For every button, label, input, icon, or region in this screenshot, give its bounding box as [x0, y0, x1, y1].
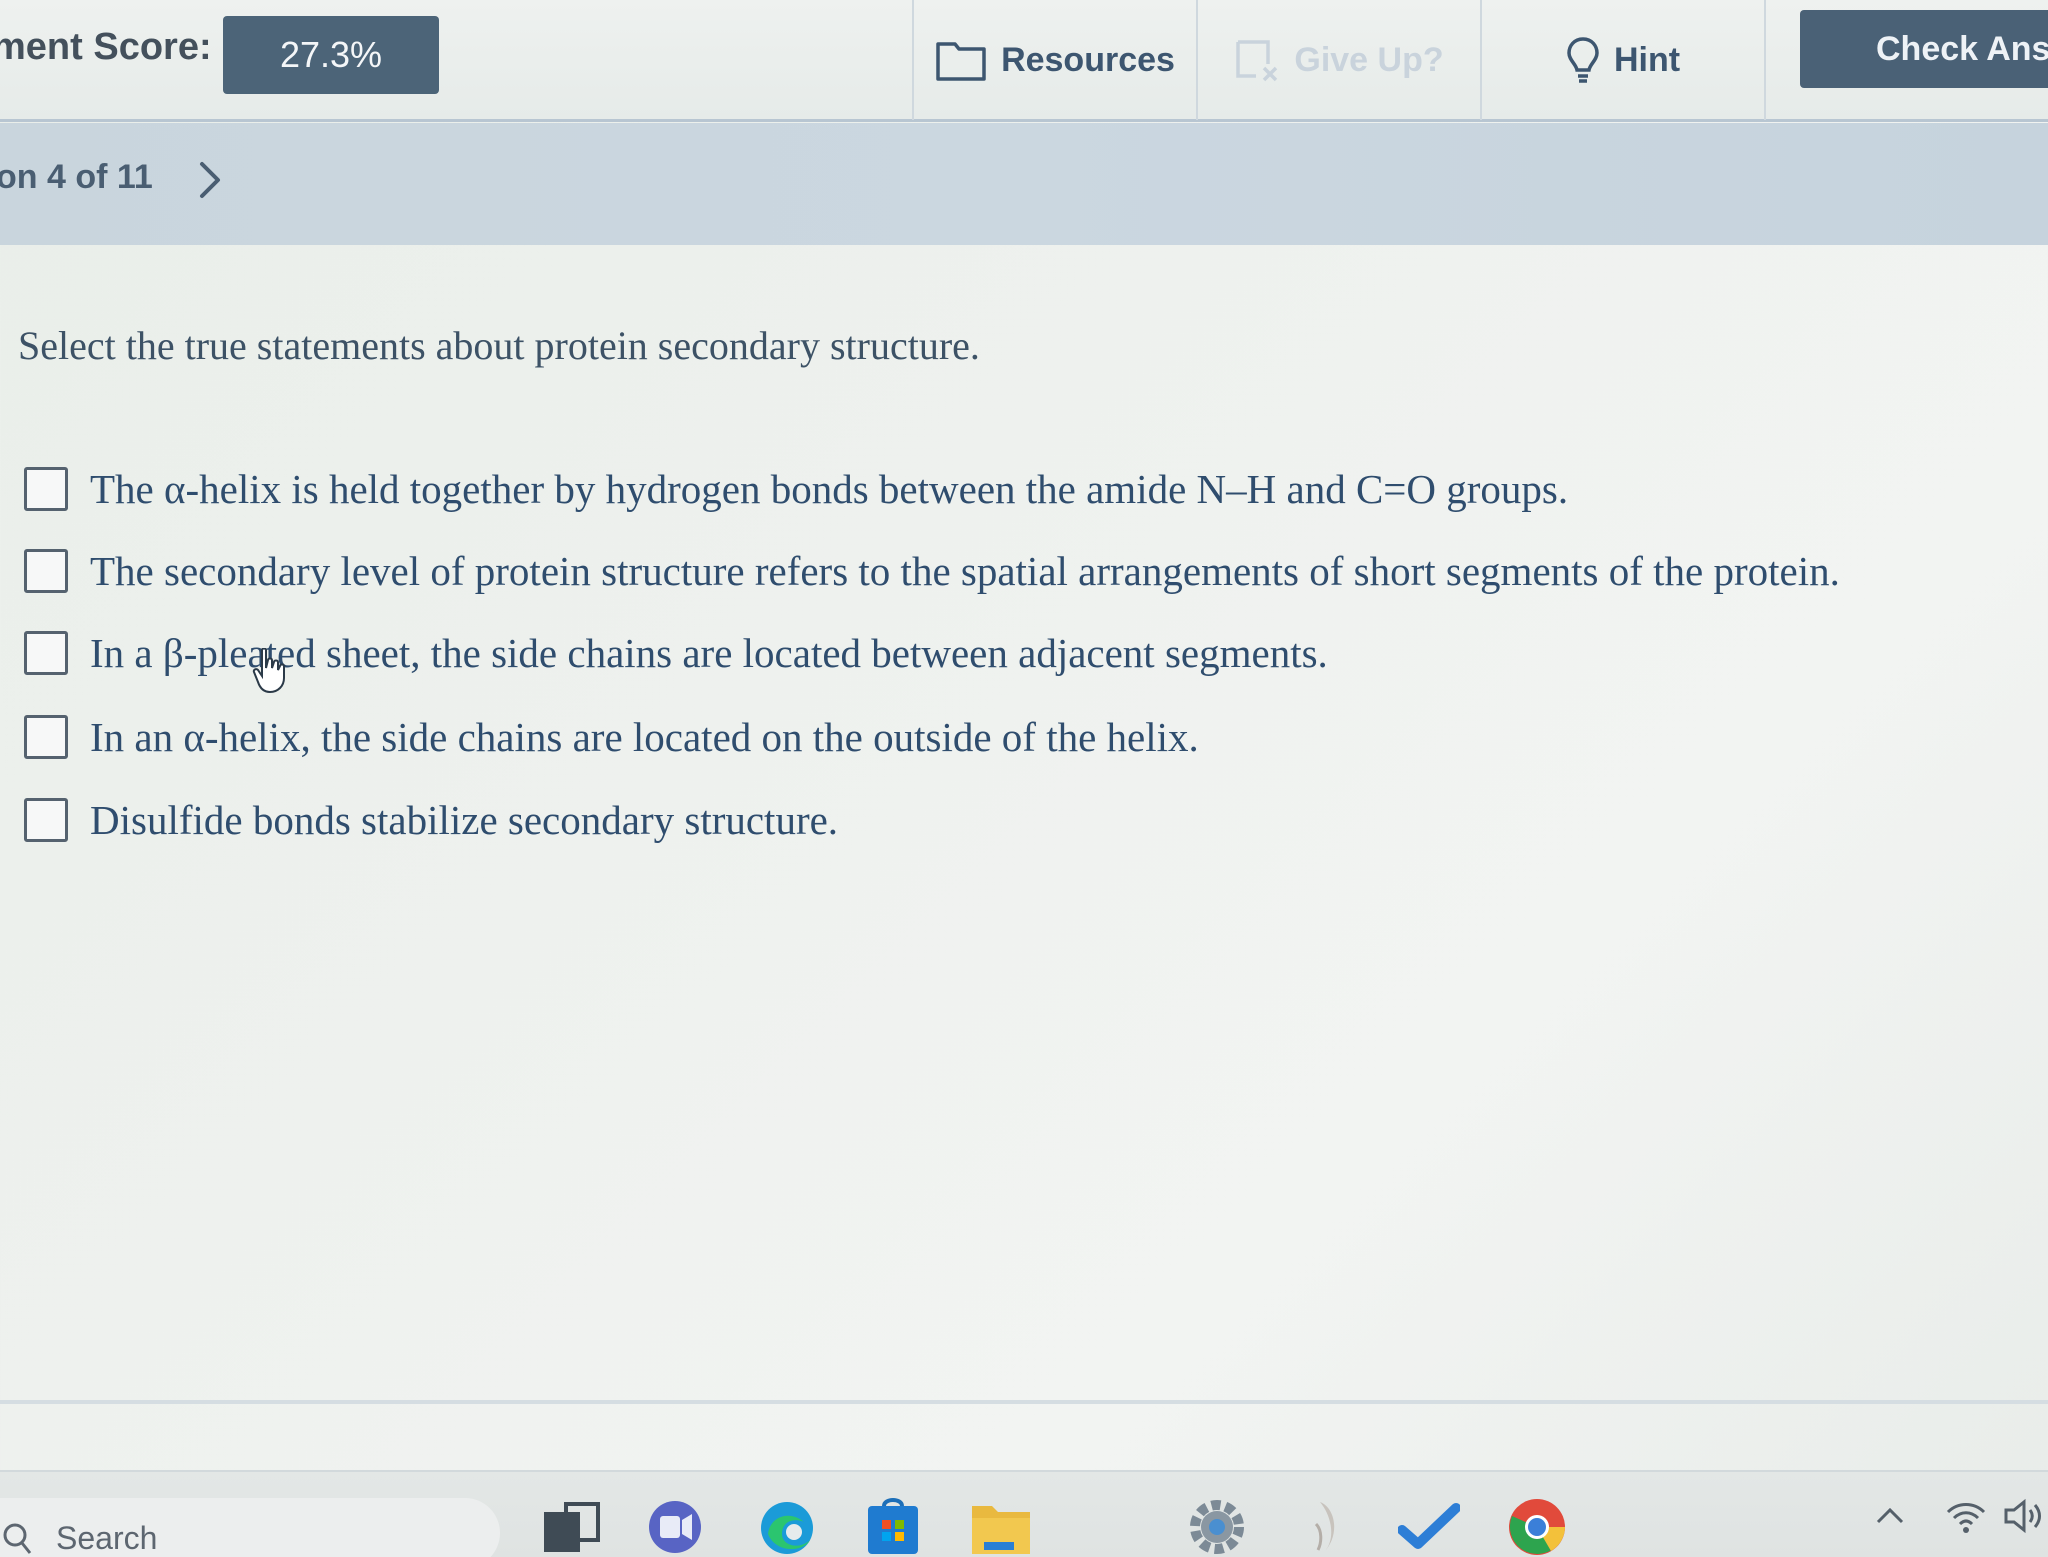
mouse-pointer-icon [252, 648, 285, 694]
app-icon[interactable] [1296, 1494, 1358, 1556]
wifi-icon[interactable] [1944, 1494, 1988, 1538]
give-up-icon [1236, 40, 1278, 82]
option-checkbox[interactable] [24, 798, 68, 842]
content-divider [0, 1400, 2048, 1404]
give-up-button[interactable]: Give Up? [1198, 0, 1480, 120]
answer-option[interactable]: In a β-pleated sheet, the side chains ar… [24, 629, 1328, 677]
chevron-up-icon[interactable] [1874, 1494, 1906, 1538]
answer-option[interactable]: The α-helix is held together by hydrogen… [24, 465, 1568, 513]
file-explorer-icon[interactable] [970, 1494, 1032, 1556]
answer-option[interactable]: The secondary level of protein structure… [24, 547, 1840, 595]
edge-icon[interactable] [756, 1494, 818, 1556]
question-prompt: Select the true statements about protein… [18, 323, 980, 368]
task-view-icon[interactable] [540, 1494, 602, 1556]
option-checkbox[interactable] [24, 467, 68, 511]
answer-option[interactable]: Disulfide bonds stabilize secondary stru… [24, 796, 838, 844]
option-label: In an α-helix, the side chains are locat… [90, 714, 1199, 760]
taskbar-search-label: Search [56, 1520, 158, 1556]
option-checkbox[interactable] [24, 715, 68, 759]
toolbar-divider [1764, 0, 1766, 120]
question-position: on 4 of 11 [0, 158, 153, 196]
assignment-score-value: 27.3% [223, 16, 439, 94]
hint-label: Hint [1613, 40, 1681, 79]
give-up-label: Give Up? [1294, 40, 1444, 79]
option-label: The secondary level of protein structure… [90, 548, 1840, 594]
lightbulb-icon [1567, 37, 1599, 83]
check-answer-button[interactable]: Check Answ [1800, 10, 2048, 88]
checkmark-app-icon[interactable] [1398, 1494, 1460, 1556]
store-icon[interactable] [862, 1494, 924, 1556]
folder-icon [936, 42, 986, 81]
option-checkbox[interactable] [24, 549, 68, 593]
teams-icon[interactable] [644, 1494, 706, 1556]
option-label: Disulfide bonds stabilize secondary stru… [90, 797, 839, 843]
chrome-icon[interactable] [1506, 1494, 1568, 1556]
speaker-icon[interactable] [2002, 1494, 2044, 1538]
answer-option[interactable]: In an α-helix, the side chains are locat… [24, 713, 1199, 761]
assignment-score-label: ment Score: [0, 26, 212, 68]
option-label: The α-helix is held together by hydrogen… [90, 466, 1569, 512]
check-answer-label: Check Answ [1876, 29, 2048, 68]
resources-label: Resources [1001, 40, 1175, 79]
question-nav-bar [0, 123, 2048, 245]
resources-button[interactable]: Resources [914, 0, 1196, 120]
search-icon [3, 1523, 32, 1554]
option-checkbox[interactable] [24, 631, 68, 675]
hint-button[interactable]: Hint [1482, 0, 1764, 120]
settings-icon[interactable] [1186, 1494, 1248, 1556]
next-question-chevron-icon[interactable] [196, 160, 224, 200]
